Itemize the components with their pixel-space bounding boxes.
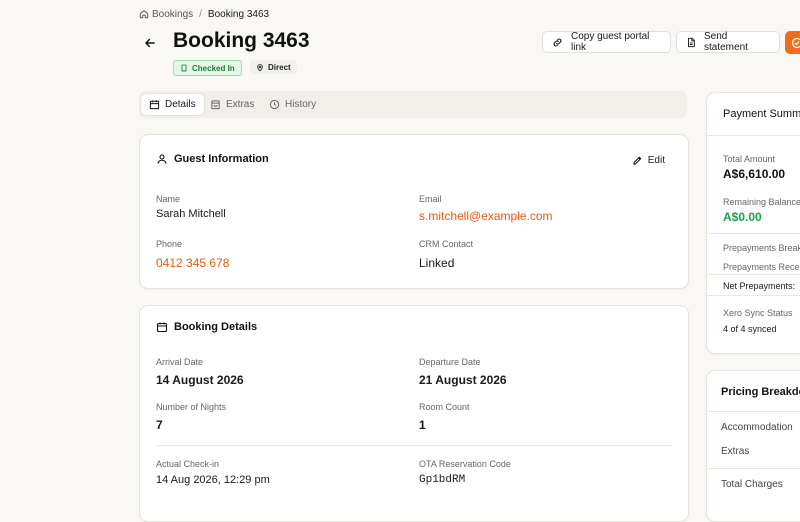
extras-label: Extras bbox=[721, 446, 749, 457]
room-count-value: 1 bbox=[419, 418, 426, 432]
nights-value: 7 bbox=[156, 418, 163, 432]
send-statement-button[interactable]: Send statement bbox=[676, 31, 780, 53]
link-icon bbox=[552, 37, 563, 48]
crm-contact-value: Linked bbox=[419, 256, 454, 270]
guest-email-link[interactable]: s.mitchell@example.com bbox=[419, 209, 553, 223]
email-label: Email bbox=[419, 194, 442, 204]
xero-sync-label: Xero Sync Status bbox=[723, 308, 793, 318]
breadcrumb: Bookings / Booking 3463 bbox=[139, 7, 269, 21]
tab-history[interactable]: History bbox=[261, 94, 324, 115]
breadcrumb-current: Booking 3463 bbox=[208, 9, 269, 20]
pencil-icon bbox=[632, 155, 643, 166]
tab-extras-label: Extras bbox=[226, 99, 254, 110]
document-icon bbox=[686, 37, 696, 48]
departure-date-label: Departure Date bbox=[419, 357, 481, 367]
tab-details[interactable]: Details bbox=[141, 94, 204, 115]
map-pin-icon bbox=[256, 63, 264, 72]
guest-phone-link[interactable]: 0412 345 678 bbox=[156, 256, 229, 270]
name-label: Name bbox=[156, 194, 180, 204]
home-icon bbox=[139, 9, 149, 19]
remaining-balance-label: Remaining Balance bbox=[723, 197, 800, 207]
prepayments-received-label: Prepayments Received bbox=[723, 262, 800, 272]
tabs-bar: Details Extras History bbox=[139, 91, 687, 118]
departure-date-value: 21 August 2026 bbox=[419, 373, 507, 387]
bag-icon bbox=[210, 99, 221, 110]
xero-sync-value: 4 of 4 synced bbox=[723, 324, 777, 334]
actual-checkin-label: Actual Check-in bbox=[156, 459, 219, 469]
tab-extras[interactable]: Extras bbox=[202, 94, 262, 115]
calendar-icon bbox=[149, 99, 160, 110]
prepayments-breakdown-label: Prepayments Breakdown bbox=[723, 243, 800, 253]
breadcrumb-separator: / bbox=[199, 9, 202, 20]
pricing-breakdown-title: Pricing Breakdown bbox=[721, 386, 800, 398]
tab-history-label: History bbox=[285, 99, 316, 110]
breadcrumb-bookings-link[interactable]: Bookings bbox=[152, 9, 193, 20]
total-amount-label: Total Amount bbox=[723, 154, 775, 164]
send-statement-label: Send statement bbox=[704, 31, 770, 53]
accommodation-label: Accommodation bbox=[721, 422, 793, 433]
payment-divider bbox=[707, 274, 800, 275]
phone-label: Phone bbox=[156, 239, 182, 249]
section-divider bbox=[156, 445, 672, 446]
page-title: Booking 3463 bbox=[173, 29, 310, 53]
status-badge: Checked In bbox=[173, 60, 242, 76]
pricing-divider bbox=[707, 411, 800, 412]
net-prepayments-label: Net Prepayments: bbox=[723, 281, 795, 291]
user-icon bbox=[180, 64, 188, 72]
calendar-icon bbox=[156, 321, 168, 333]
guest-information-card: Guest Information Edit Name Sarah Mitche… bbox=[139, 134, 689, 289]
status-badge-label: Checked In bbox=[192, 64, 235, 73]
total-charges-label: Total Charges bbox=[721, 479, 783, 490]
check-circle-icon bbox=[791, 37, 800, 49]
payment-summary-title: Payment Summary bbox=[723, 108, 800, 120]
clock-icon bbox=[269, 99, 280, 110]
payment-divider bbox=[707, 233, 800, 234]
booking-details-card: Booking Details Arrival Date 14 August 2… bbox=[139, 305, 689, 522]
tab-details-label: Details bbox=[165, 99, 196, 110]
edit-label: Edit bbox=[648, 155, 665, 166]
primary-action-button[interactable] bbox=[785, 31, 800, 54]
source-badge-label: Direct bbox=[268, 63, 291, 72]
guest-name-value: Sarah Mitchell bbox=[156, 208, 226, 220]
remaining-balance-value: A$0.00 bbox=[723, 210, 762, 224]
pricing-divider bbox=[707, 468, 800, 469]
edit-guest-button[interactable]: Edit bbox=[632, 155, 665, 166]
nights-label: Number of Nights bbox=[156, 402, 226, 412]
user-icon bbox=[156, 153, 168, 165]
pricing-breakdown-card: Pricing Breakdown Accommodation Extras T… bbox=[706, 370, 800, 522]
booking-details-heading: Booking Details bbox=[156, 321, 257, 333]
actual-checkin-value: 14 Aug 2026, 12:29 pm bbox=[156, 474, 270, 486]
payment-divider bbox=[707, 135, 800, 136]
arrival-date-value: 14 August 2026 bbox=[156, 373, 244, 387]
room-count-label: Room Count bbox=[419, 402, 470, 412]
guest-information-title: Guest Information bbox=[174, 153, 269, 165]
crm-contact-label: CRM Contact bbox=[419, 239, 473, 249]
source-badge: Direct bbox=[250, 60, 297, 74]
copy-guest-portal-link-button[interactable]: Copy guest portal link bbox=[542, 31, 671, 53]
guest-information-heading: Guest Information bbox=[156, 153, 269, 165]
booking-details-title: Booking Details bbox=[174, 321, 257, 333]
payment-divider bbox=[707, 295, 800, 296]
ota-code-value: Gp1bdRM bbox=[419, 474, 465, 486]
total-amount-value: A$6,610.00 bbox=[723, 167, 785, 181]
back-arrow-icon[interactable] bbox=[143, 36, 159, 50]
copy-link-label: Copy guest portal link bbox=[571, 31, 661, 53]
arrival-date-label: Arrival Date bbox=[156, 357, 203, 367]
ota-code-label: OTA Reservation Code bbox=[419, 459, 511, 469]
payment-summary-card: Payment Summary Total Amount A$6,610.00 … bbox=[706, 92, 800, 354]
